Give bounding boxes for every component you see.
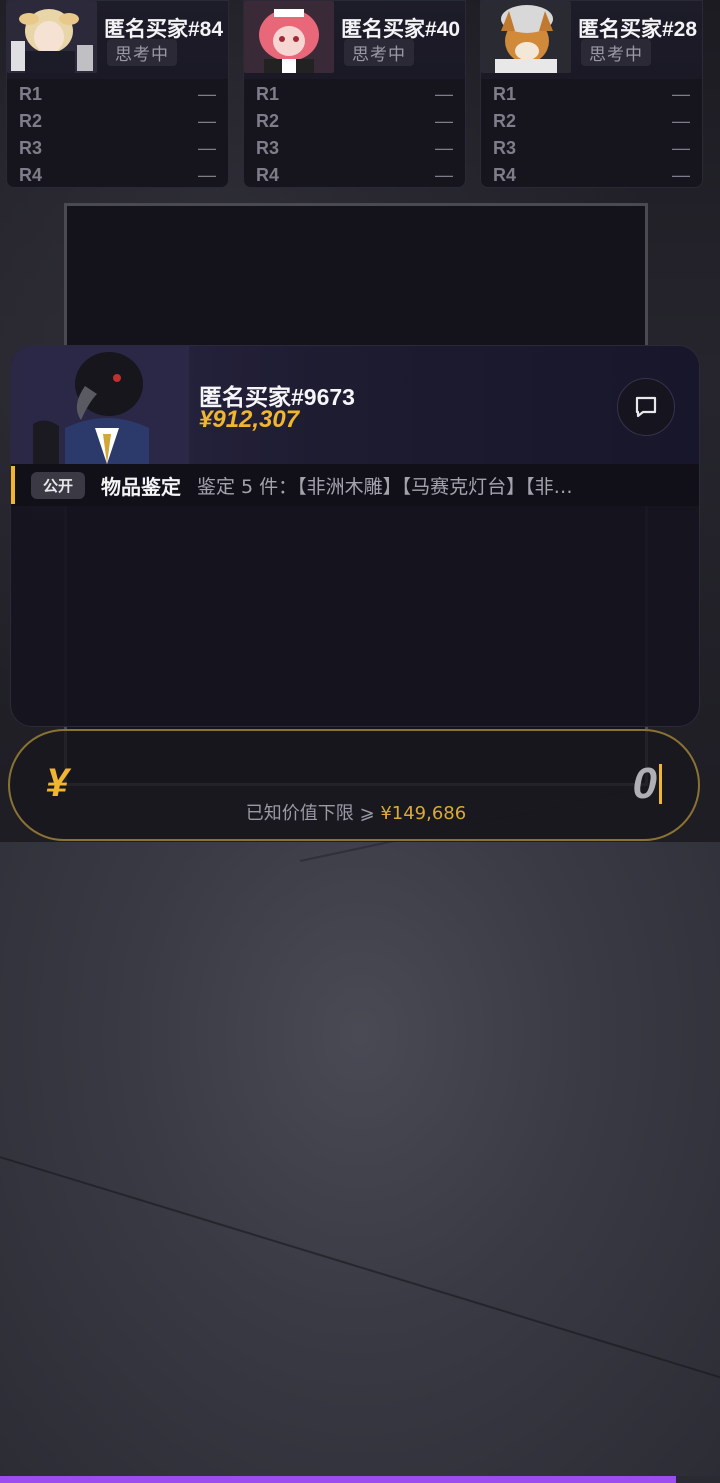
buyer-card: 匿名买家#84 思考中 R1 — R2 — R3 — R4 — [6,0,229,188]
round-list: R1 — R2 — R3 — R4 — [7,79,228,187]
buyer-avatar [7,1,97,73]
round-list: R1 — R2 — R3 — R4 — [244,79,465,187]
round-row: R4 — [256,162,453,187]
round-label: R4 [19,165,43,185]
round-value: — [672,84,690,104]
round-value: — [198,138,216,158]
player-panel: 匿名买家#9673 ¥912,307 公开 物品鉴定 鉴定 5 件：【非洲木雕】… [10,345,700,727]
round-value: — [435,138,453,158]
round-row: R1 — [19,81,216,108]
round-value: — [672,111,690,131]
round-row: R3 — [493,135,690,162]
buyer-avatar [244,1,334,73]
buyer-card-header: 匿名买家#28 思考中 [481,1,702,79]
round-value: — [672,138,690,158]
round-value: — [672,165,690,185]
round-label: R1 [493,84,517,104]
round-value: — [198,165,216,185]
bid-input[interactable]: ¥ 0 已知价值下限 ⩾ ¥149,686 [8,729,700,841]
round-label: R4 [493,165,517,185]
buyer-card-header: 匿名买家#84 思考中 [7,1,228,79]
player-money: ¥912,307 [199,406,300,433]
progress-bar [0,1476,676,1483]
buyer-card: 匿名买家#40 思考中 R1 — R2 — R3 — R4 — [243,0,466,188]
buyer-status: 思考中 [107,39,177,66]
buyer-status: 思考中 [581,39,651,66]
hint-label: 已知价值下限 ⩾ [245,803,375,824]
round-value: — [198,84,216,104]
round-label: R2 [256,111,280,131]
round-row: R1 — [256,81,453,108]
info-title: 物品鉴定 [101,474,182,499]
round-label: R1 [256,84,280,104]
progress-bar-track [676,1476,720,1483]
round-row: R2 — [19,108,216,135]
round-label: R3 [19,138,43,158]
round-label: R3 [256,138,280,158]
info-description: 鉴定 5 件：【非洲木雕】【马赛克灯台】【非… [197,475,573,498]
hint-amount: ¥149,686 [380,803,467,824]
floor-background [0,842,720,1483]
round-list: R1 — R2 — R3 — R4 — [481,79,702,187]
info-accent-bar [11,466,15,504]
round-value: — [435,111,453,131]
player-avatar [25,346,189,464]
player-header: 匿名买家#9673 ¥912,307 [11,346,699,464]
round-label: R1 [19,84,43,104]
chat-bubble-icon [635,396,657,418]
bid-hint: 已知价值下限 ⩾ ¥149,686 [10,799,702,825]
buyer-status: 思考中 [344,39,414,66]
round-row: R2 — [256,108,453,135]
round-label: R3 [493,138,517,158]
text-caret [659,764,662,804]
round-row: R1 — [493,81,690,108]
buyer-card: 匿名买家#28 思考中 R1 — R2 — R3 — R4 — [480,0,703,188]
round-value: — [435,165,453,185]
chat-button[interactable] [617,378,675,436]
buyer-card-header: 匿名买家#40 思考中 [244,1,465,79]
round-value: — [435,84,453,104]
round-row: R2 — [493,108,690,135]
round-row: R4 — [19,162,216,187]
round-label: R2 [19,111,43,131]
round-value: — [198,111,216,131]
round-row: R3 — [256,135,453,162]
round-label: R2 [493,111,517,131]
public-badge: 公开 [31,471,86,499]
round-row: R4 — [493,162,690,187]
buyer-avatar [481,1,571,73]
round-label: R4 [256,165,280,185]
item-info-row: 公开 物品鉴定 鉴定 5 件：【非洲木雕】【马赛克灯台】【非… [11,464,699,506]
round-row: R3 — [19,135,216,162]
